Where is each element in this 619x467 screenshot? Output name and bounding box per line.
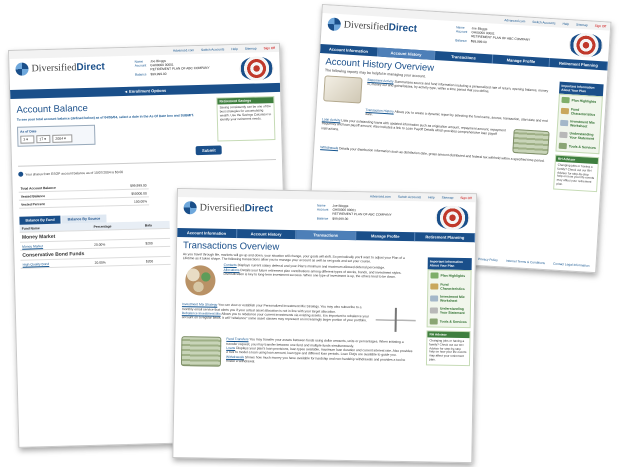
totals-table: Total Account Balance $99,999.00 Vested B…	[18, 181, 150, 209]
balance-scale-image	[375, 305, 416, 337]
account-summary: Name Joe Bloggs Account GH00000 00001 RETI…	[316, 203, 392, 221]
sidebar-item-fund-characteristics[interactable]: Fund Characteristics	[428, 280, 470, 293]
fund-characteristics-icon	[430, 283, 439, 290]
nav-help-link[interactable]: Help	[562, 22, 569, 26]
rh-advisor-box: RH Advisor Changing jobs or having a fam…	[425, 330, 471, 366]
day-select[interactable]: 17 ▾	[36, 135, 51, 144]
tab-manage-profile[interactable]: Manage Profile	[355, 231, 416, 242]
privacy-policy-link[interactable]: Privacy Policy	[478, 257, 498, 262]
as-of-date-label: As of Date	[20, 129, 37, 134]
section-investment-mix: Investment Mix Strategy You can view or …	[175, 300, 422, 338]
nav-sitemap-link[interactable]: Sitemap	[245, 46, 257, 50]
nav-sign-off-link[interactable]: Sign Off	[264, 46, 276, 50]
tab-retirement-planning[interactable]: Retirement Planning	[415, 232, 476, 243]
money-stack-image	[180, 336, 222, 368]
section-transfers-loans: Fund Transfers You may transfer your ass…	[175, 334, 422, 372]
sidebar-item-tools-services[interactable]: Tools & Services	[428, 316, 470, 327]
sidebar-item-understanding-statement[interactable]: Understanding Your Statement	[428, 304, 470, 317]
nav-help-link[interactable]: Help	[231, 47, 238, 51]
rh-advisor-text: Changing jobs or having a family? Check …	[556, 162, 595, 187]
retirement-savings-text: Saving consistently can be one of the be…	[219, 104, 272, 122]
tools-icon	[558, 142, 567, 150]
logo-text: DiversifiedDirect	[31, 61, 105, 75]
fund-characteristics-icon	[560, 107, 570, 115]
nav-home-link[interactable]: Advanced.com	[504, 18, 525, 23]
sidebar-list: Plan Highlights Fund Characteristics Inv…	[426, 269, 472, 329]
contact-legal-link[interactable]: Contact Legal Information	[553, 262, 590, 268]
logo-text: DiversifiedDirect	[343, 19, 418, 35]
rh-advisor-text: Changing jobs or having a family? Check …	[429, 338, 467, 362]
tab-account-history[interactable]: Account History	[236, 229, 297, 240]
nav-switch-accounts-link[interactable]: Switch Accounts	[398, 195, 421, 199]
site-header-front: DiversifiedDirect Name Joe Bloggs Account…	[177, 197, 475, 233]
logo[interactable]: DiversifiedDirect	[15, 60, 105, 76]
account-summary: Name Joe Bloggs Account GH00000 00001 RETI…	[134, 58, 210, 77]
tools-icon	[429, 318, 438, 325]
nav-home-link[interactable]: Advanced.com	[173, 48, 194, 53]
target-image	[568, 32, 604, 59]
sidebar-important-info: Important Information About Your Plan Pl…	[425, 257, 472, 366]
terms-link[interactable]: Internet Terms & Conditions	[506, 259, 545, 265]
nav-home-link[interactable]: Advanced.com	[370, 194, 391, 198]
nav-sitemap-link[interactable]: Sitemap	[576, 23, 588, 28]
year-select[interactable]: 2004 ▾	[52, 134, 73, 144]
sidebar-important-info: Important Information About Your Plan Pl…	[553, 81, 604, 192]
statement-image	[323, 74, 363, 104]
fund-link[interactable]: High Quality Bond	[20, 258, 93, 269]
tab-balance-by-source[interactable]: Balance By Source	[61, 214, 107, 225]
eggs-basket-image	[182, 262, 219, 300]
sidebar-item-tools-services[interactable]: Tools & Services	[556, 141, 599, 154]
investment-mix-icon	[430, 295, 439, 302]
tab-account-information[interactable]: Account Information	[177, 228, 237, 239]
target-logo-icon	[327, 17, 342, 32]
statement-icon	[559, 131, 568, 139]
logo-text: DiversifiedDirect	[199, 202, 274, 215]
target-image	[239, 56, 274, 81]
transactions-window: Advanced.com Switch Accounts Help Sitema…	[172, 188, 477, 464]
month-select[interactable]: 3 ▾	[20, 135, 35, 145]
section-contacts: Contacts Displays current salary deferra…	[176, 260, 423, 304]
sidebar-item-investment-mix[interactable]: Investment Mix Worksheet	[428, 292, 470, 305]
nav-switch-accounts-link[interactable]: Switch Accounts	[201, 47, 224, 52]
withdrawals-link[interactable]: Withdrawals	[320, 145, 338, 150]
submit-button[interactable]: Submit	[196, 145, 222, 156]
logo[interactable]: DiversifiedDirect	[327, 17, 417, 35]
money-stack-image	[512, 129, 550, 156]
retirement-savings-box: Retirement Savings Saving consistently c…	[216, 96, 276, 142]
tab-transactions[interactable]: Transactions	[296, 230, 357, 241]
target-logo-icon	[183, 201, 197, 215]
account-summary: Name Joe Bloggs Account GH00000 00001 RETI…	[455, 25, 531, 46]
nav-help-link[interactable]: Help	[428, 195, 435, 199]
as-of-date-box: As of Date 3 ▾ 17 ▾ 2004 ▾	[17, 124, 96, 148]
logo[interactable]: DiversifiedDirect	[183, 201, 274, 216]
balance-label: Balance	[455, 37, 467, 43]
nav-sign-off-link[interactable]: Sign Off	[460, 196, 472, 200]
nav-sign-off-link[interactable]: Sign Off	[595, 24, 607, 29]
plan-highlights-icon	[561, 96, 570, 104]
footer-links: Privacy Policy Internet Terms & Conditio…	[478, 257, 590, 268]
fund-table: Fund Name Percentage Bala Money Market Mon…	[19, 221, 171, 269]
target-image	[435, 205, 470, 231]
rh-advisor-box: RH Advisor Changing jobs or having a fam…	[553, 154, 600, 192]
sidebar-list: Plan Highlights Fund Characteristics Inv…	[555, 93, 603, 155]
plan-highlights-icon	[430, 272, 439, 279]
nav-sitemap-link[interactable]: Sitemap	[442, 196, 454, 200]
info-icon	[18, 172, 24, 178]
nav-switch-accounts-link[interactable]: Switch Accounts	[532, 20, 555, 25]
target-logo-icon	[15, 62, 29, 76]
sidebar-heading: Important Information About Your Plan	[427, 257, 472, 271]
tab-balance-by-fund[interactable]: Balance By Fund	[19, 216, 61, 226]
investment-mix-icon	[560, 119, 569, 127]
statement-icon	[429, 307, 438, 314]
